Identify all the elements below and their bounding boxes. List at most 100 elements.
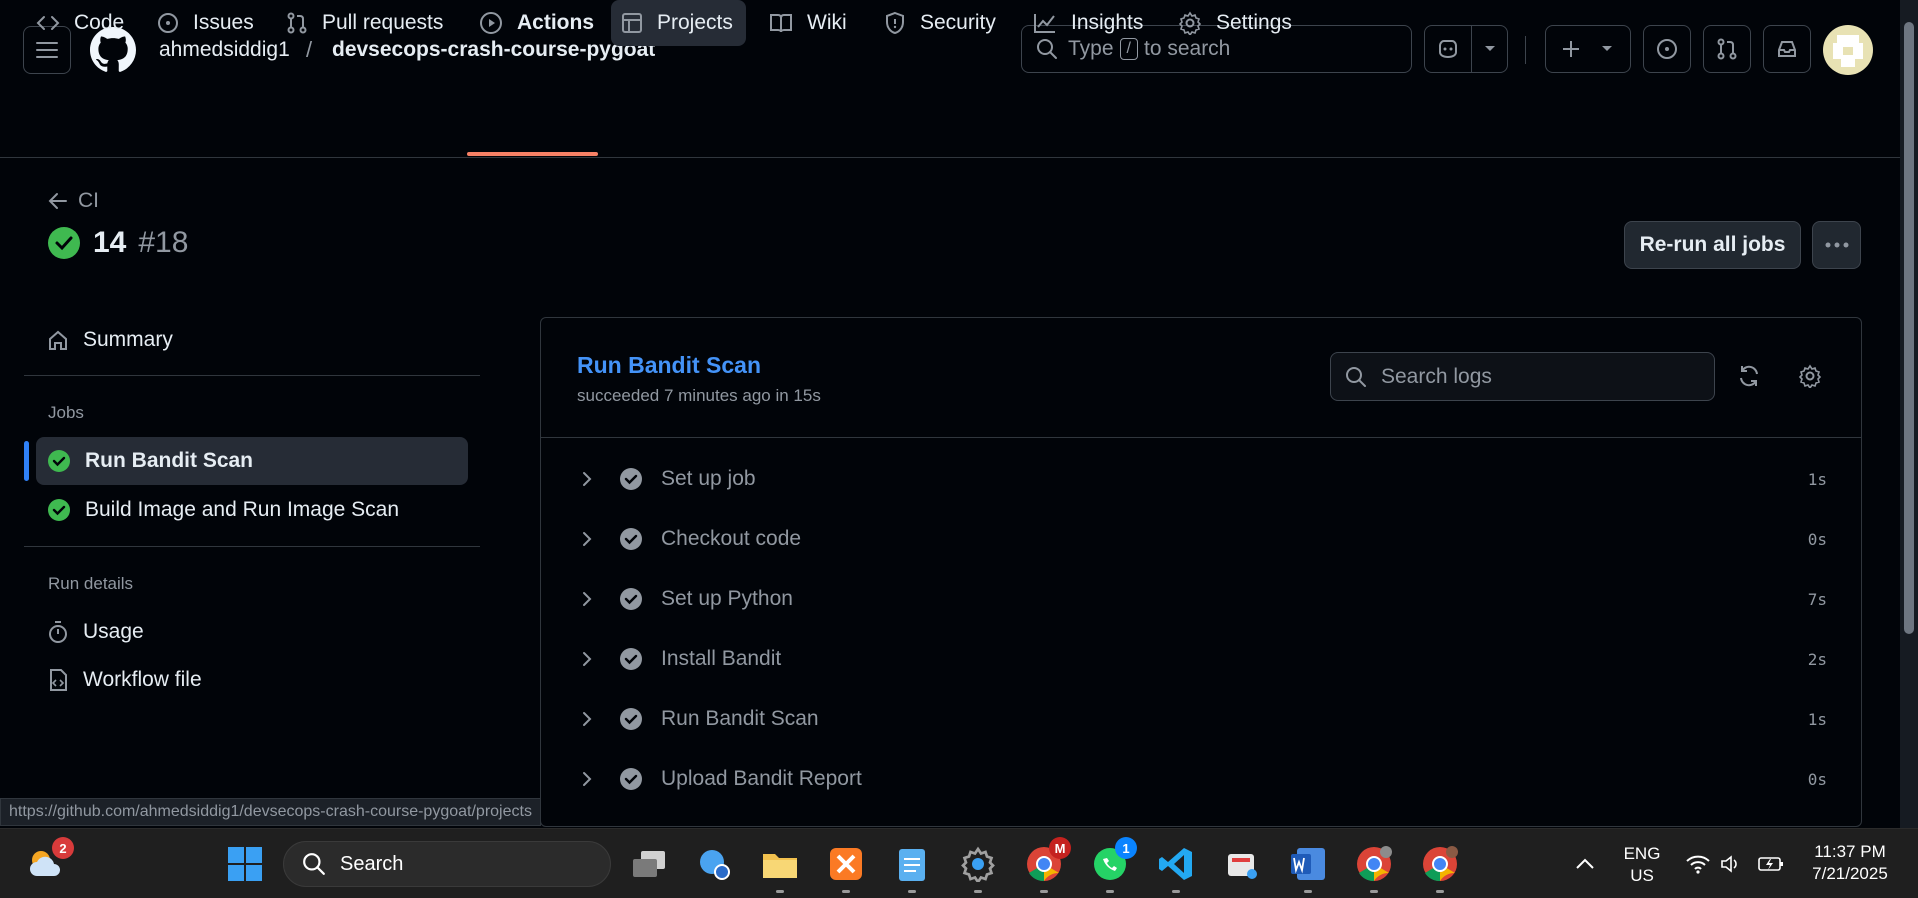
input-language[interactable]: ENG US [1618, 843, 1666, 887]
copilot-button[interactable] [1424, 25, 1508, 73]
issues-button[interactable] [1643, 25, 1691, 73]
taskbar-app-file-explorer[interactable] [759, 843, 801, 893]
notepad-icon [896, 845, 928, 883]
taskbar-app-notepad[interactable] [891, 843, 933, 893]
log-step[interactable]: Checkout code 0s [541, 515, 1861, 563]
issue-icon [157, 12, 179, 34]
taskbar-app-xampp[interactable] [825, 843, 867, 893]
more-options-button[interactable] [1812, 221, 1861, 269]
clock[interactable]: 11:37 PM 7/21/2025 [1790, 841, 1910, 885]
back-to-workflow-link[interactable]: CI [48, 189, 99, 213]
inbox-button[interactable] [1763, 25, 1811, 73]
check-circle-icon [619, 647, 643, 671]
notification-badge: M [1049, 837, 1071, 859]
tab-code[interactable]: Code [26, 0, 134, 46]
check-circle-icon [619, 587, 643, 611]
check-circle-icon [47, 498, 71, 522]
step-name: Run Bandit Scan [661, 707, 819, 730]
taskbar-app-settings[interactable] [957, 843, 999, 893]
avatar[interactable] [1823, 25, 1873, 75]
taskbar-app-chrome-profile-1[interactable] [1353, 843, 1395, 893]
pull-requests-button[interactable] [1703, 25, 1751, 73]
sidebar-item-workflow-file[interactable]: Workflow file [47, 668, 202, 692]
taskbar-app-snipping-tool[interactable] [1221, 843, 1263, 885]
sidebar-item-label: Workflow file [83, 668, 202, 691]
tab-label: Settings [1216, 11, 1292, 34]
taskbar-app-vscode[interactable] [1155, 843, 1197, 893]
tab-pull-requests[interactable]: Pull requests [276, 0, 453, 46]
sidebar-item-label: Usage [83, 620, 144, 643]
tab-projects[interactable]: Projects [611, 0, 746, 46]
tab-label: Issues [193, 11, 254, 34]
scrollbar-thumb[interactable] [1904, 22, 1914, 634]
tab-label: Code [74, 11, 125, 34]
step-name: Upload Bandit Report [661, 767, 862, 790]
sidebar-item-label: Build Image and Run Image Scan [85, 498, 400, 521]
run-details-heading: Run details [48, 574, 134, 593]
snipping-icon [1224, 846, 1260, 882]
chevron-up-icon [1575, 858, 1595, 870]
gear-icon [960, 846, 996, 882]
log-step[interactable]: Install Bandit 2s [541, 635, 1861, 683]
task-view-button[interactable] [628, 843, 670, 885]
chevron-right-icon [581, 530, 593, 548]
taskbar-search-label: Search [340, 852, 404, 875]
tab-actions[interactable]: Actions [469, 0, 604, 46]
rerun-all-jobs-button[interactable]: Re-run all jobs [1624, 221, 1801, 269]
log-step[interactable]: Set up job 1s [541, 455, 1861, 503]
arrow-left-icon [48, 192, 68, 210]
word-icon [1289, 846, 1327, 882]
jobs-heading: Jobs [48, 403, 84, 422]
sidebar-item-summary[interactable]: Summary [47, 328, 173, 352]
chevron-right-icon [581, 590, 593, 608]
battery-status[interactable] [1750, 843, 1792, 885]
show-hidden-icons-button[interactable] [1564, 843, 1606, 885]
tab-insights[interactable]: Insights [1023, 0, 1153, 46]
taskbar-search[interactable]: Search [283, 841, 611, 887]
sidebar-job-run-bandit-scan[interactable]: Run Bandit Scan [47, 449, 253, 473]
tab-security[interactable]: Security [874, 0, 1006, 46]
weather-widget[interactable]: 2 [26, 837, 74, 885]
tab-label: Wiki [807, 11, 847, 34]
taskbar-app-word[interactable] [1287, 843, 1329, 893]
inbox-icon [1776, 38, 1798, 60]
home-icon [47, 329, 69, 351]
sidebar-item-label: Summary [83, 328, 173, 351]
shield-icon [884, 11, 906, 35]
tab-settings[interactable]: Settings [1168, 0, 1302, 46]
check-circle-icon [619, 527, 643, 551]
running-indicator [974, 890, 982, 893]
log-settings-button[interactable] [1798, 364, 1822, 388]
search-logs-input[interactable]: Search logs [1330, 352, 1715, 401]
log-step[interactable]: Run Bandit Scan 1s [541, 695, 1861, 743]
running-indicator [1172, 890, 1180, 893]
job-title[interactable]: Run Bandit Scan [577, 352, 761, 379]
sidebar-job-build-image[interactable]: Build Image and Run Image Scan [47, 498, 399, 522]
check-circle-icon [47, 226, 81, 260]
step-duration: 1s [1807, 709, 1827, 729]
start-button[interactable] [224, 843, 266, 885]
log-step[interactable]: Upload Bandit Report 0s [541, 755, 1861, 803]
plus-icon [1560, 38, 1582, 60]
windows-taskbar: 2 Search M 1 ENG US 11:37 PM 7/21/2025 [0, 828, 1918, 898]
link-preview-url: https://github.com/ahmedsiddig1/devsecop… [0, 798, 541, 826]
create-new-button[interactable] [1545, 25, 1631, 73]
job-header: Run Bandit Scan succeeded 7 minutes ago … [541, 318, 1861, 438]
run-id: #18 [138, 226, 189, 259]
running-indicator [1304, 890, 1312, 893]
volume-control[interactable] [1710, 843, 1752, 885]
taskbar-app-whatsapp[interactable]: 1 [1089, 837, 1137, 893]
taskbar-app-chrome-gmail[interactable]: M [1023, 837, 1071, 893]
job-status-text: succeeded 7 minutes ago in 15s [577, 386, 821, 405]
refresh-button[interactable] [1737, 364, 1761, 388]
tab-issues[interactable]: Issues [147, 0, 264, 46]
step-name: Set up job [661, 467, 756, 490]
tab-wiki[interactable]: Wiki [759, 0, 857, 46]
sidebar-item-usage[interactable]: Usage [47, 620, 144, 644]
chevron-down-icon[interactable] [1483, 44, 1497, 54]
header-divider [1525, 36, 1526, 64]
chevron-right-icon [581, 650, 593, 668]
taskbar-app-magnifier[interactable] [693, 843, 735, 885]
taskbar-app-chrome-profile-2[interactable] [1419, 843, 1461, 893]
log-step[interactable]: Set up Python 7s [541, 575, 1861, 623]
